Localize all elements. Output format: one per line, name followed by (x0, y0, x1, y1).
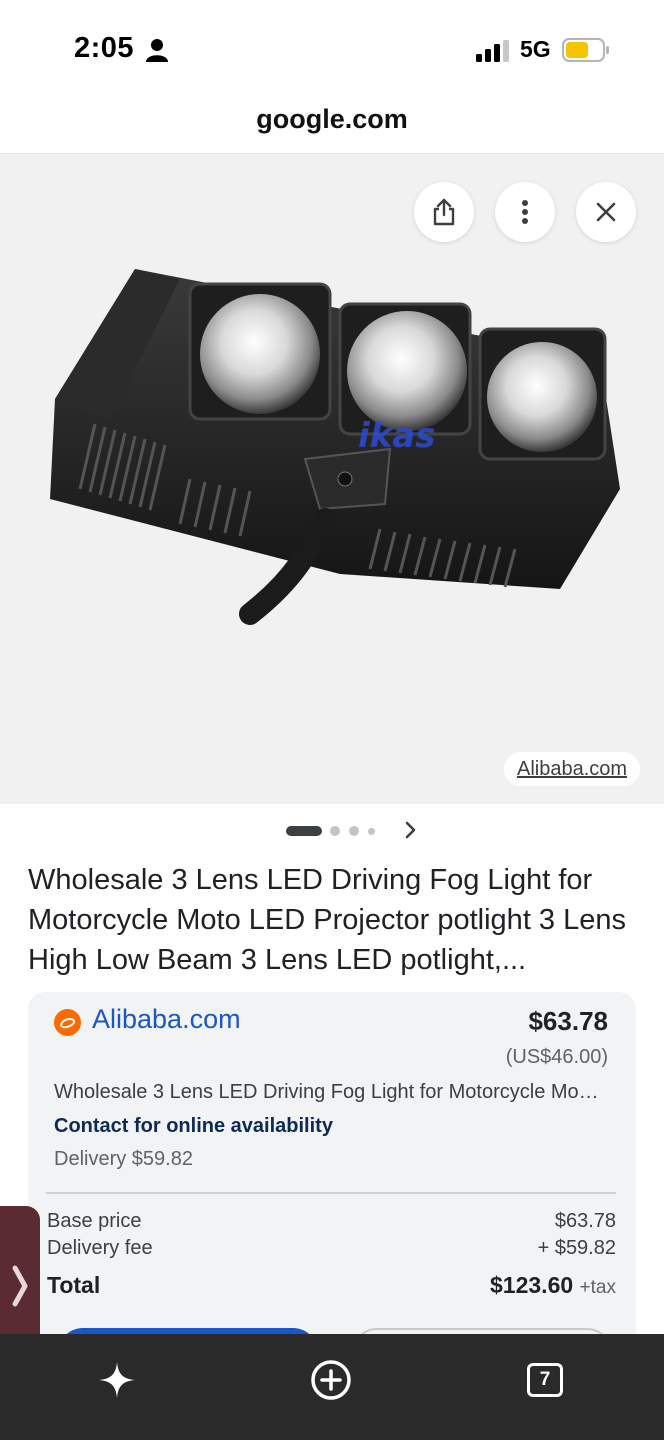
delivery-fee-label: Delivery fee (47, 1237, 153, 1259)
close-button[interactable] (576, 182, 636, 242)
image-source-link[interactable]: Alibaba.com (504, 752, 641, 786)
tabs-icon: 7 (527, 1363, 563, 1397)
bottom-toolbar: 7 (0, 1334, 664, 1440)
product-image[interactable]: ikas (40, 249, 630, 679)
more-options-button[interactable] (495, 182, 555, 242)
total-amount: $123.60 (490, 1272, 574, 1298)
new-tab-button[interactable] (307, 1356, 355, 1404)
alibaba-logo-icon (54, 1009, 81, 1036)
base-price-label: Base price (47, 1210, 142, 1232)
battery-icon (562, 38, 609, 62)
more-icon (522, 200, 528, 224)
tabs-button[interactable]: 7 (521, 1356, 569, 1404)
offer-description[interactable]: Wholesale 3 Lens LED Driving Fog Light f… (54, 1081, 614, 1104)
signal-icon (476, 40, 509, 62)
carousel-dot[interactable] (368, 827, 375, 835)
sparkle-icon (99, 1362, 135, 1398)
product-title: Wholesale 3 Lens LED Driving Fog Light f… (28, 864, 626, 976)
carousel-dot[interactable] (349, 826, 359, 836)
svg-text:ikas: ikas (358, 416, 435, 456)
status-time: 2:05 (74, 32, 135, 64)
carousel-dot[interactable] (330, 826, 340, 836)
share-icon (433, 198, 455, 226)
url-text[interactable]: google.com (0, 104, 664, 135)
total-value: $123.60 +tax (490, 1272, 616, 1299)
offer-card[interactable]: Alibaba.com $63.78 (US$46.00) Wholesale … (28, 992, 636, 1352)
tab-count: 7 (539, 1369, 551, 1390)
delivery-fee-value: + $59.82 (537, 1237, 616, 1259)
chevron-right-icon[interactable] (402, 818, 420, 842)
base-price-value: $63.78 (554, 1210, 616, 1232)
network-label: 5G (520, 36, 551, 62)
ai-mode-button[interactable] (93, 1356, 141, 1404)
offer-price-usd: (US$46.00) (505, 1046, 608, 1068)
offer-price: $63.78 (528, 1006, 608, 1036)
status-bar: 2:05 5G (0, 0, 664, 96)
product-image-viewer[interactable]: ikas Alibaba.com (0, 154, 664, 804)
close-icon (596, 202, 616, 222)
person-icon (146, 39, 168, 62)
tax-suffix: +tax (579, 1277, 616, 1298)
url-bar[interactable]: google.com (0, 96, 664, 154)
carousel-indicator (286, 824, 384, 838)
delivery-cost: Delivery $59.82 (54, 1148, 193, 1170)
total-label: Total (47, 1272, 101, 1298)
share-button[interactable] (414, 182, 474, 242)
add-tab-icon (311, 1360, 351, 1400)
chevron-right-icon (12, 1265, 28, 1307)
merchant-link[interactable]: Alibaba.com (92, 1004, 241, 1035)
divider (46, 1192, 616, 1194)
carousel-dot-active[interactable] (286, 826, 322, 836)
availability-status: Contact for online availability (54, 1115, 333, 1137)
